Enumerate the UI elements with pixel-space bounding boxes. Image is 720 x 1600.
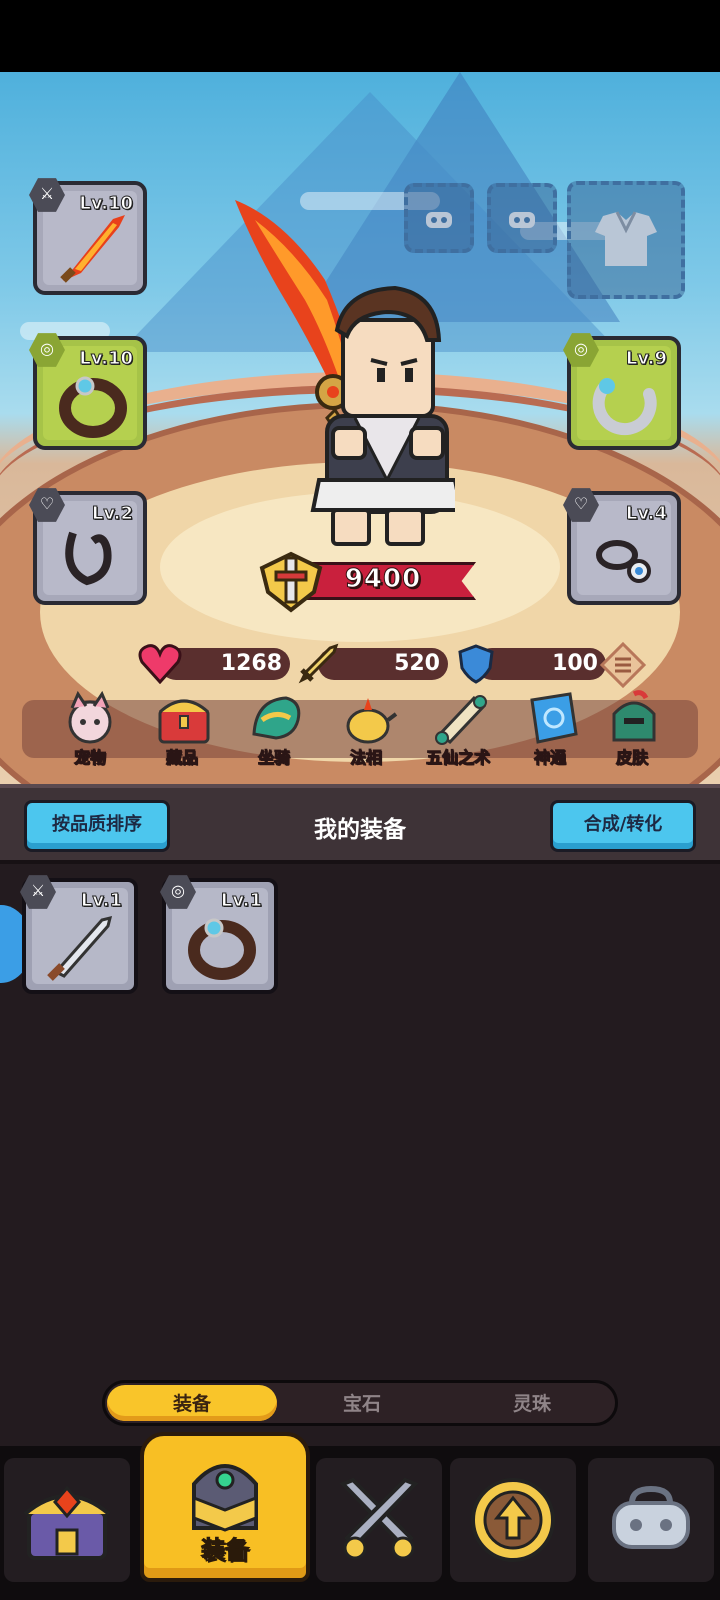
nav-upgrade[interactable]	[450, 1458, 576, 1582]
ring-icon	[188, 918, 256, 980]
ring-icon	[59, 376, 127, 438]
bracelet-slot[interactable]: ◎ Lv.9	[563, 333, 681, 450]
inventory-title: 我的装备	[314, 817, 406, 843]
inventory-item-knife[interactable]: ⚔ Lv.1	[20, 875, 138, 994]
status-bar	[0, 0, 720, 72]
helmet-icon	[192, 1463, 258, 1532]
defense-stat: 100	[458, 644, 606, 684]
nav-locked[interactable]	[588, 1458, 714, 1582]
nav-equipment[interactable]: 装备	[140, 1432, 310, 1582]
synthesize-convert-button[interactable]: 合成/转化	[550, 800, 696, 852]
upgrade-arrow-icon	[471, 1478, 555, 1562]
weapon-slot[interactable]: ⚔ Lv.10	[29, 178, 147, 295]
empty-slot-2[interactable]	[487, 183, 557, 253]
spellbook-icon	[530, 692, 578, 744]
attack-value: 520	[394, 651, 440, 676]
hp-stat: 1268	[138, 644, 290, 684]
armor-slot[interactable]	[567, 181, 685, 299]
teapot-icon	[346, 698, 398, 744]
lock-icon	[509, 212, 535, 228]
necklace-icon	[65, 531, 112, 586]
nav-shop[interactable]	[4, 1458, 130, 1582]
power-value: 9400	[344, 564, 422, 595]
tab-gems[interactable]: 宝石	[277, 1389, 447, 1416]
combat-power: 9400	[256, 548, 486, 613]
hp-value: 1268	[220, 651, 282, 676]
necklace-slot[interactable]: ♡ Lv.2	[29, 488, 147, 605]
tab-equipment[interactable]: 装备	[107, 1389, 277, 1416]
attack-stat: 520	[298, 643, 448, 684]
item-type-tabs: 装备 宝石 灵珠	[102, 1380, 618, 1426]
crossed-swords-icon	[339, 1477, 419, 1560]
knife-icon	[47, 915, 113, 981]
tab-spirit-beads[interactable]: 灵珠	[447, 1389, 617, 1416]
nav-equipment-label: 装备	[201, 1536, 250, 1565]
ring-slot[interactable]: ◎ Lv.10	[29, 333, 147, 450]
armor-icon	[595, 211, 657, 266]
amulet-icon	[596, 540, 651, 583]
treasure-chest-icon	[158, 699, 210, 744]
stats-detail-button[interactable]	[600, 642, 646, 688]
sort-by-quality-button[interactable]: 按品质排序	[24, 800, 170, 852]
flame-sword-icon	[60, 215, 125, 283]
inventory-item-ring[interactable]: ◎ Lv.1	[160, 875, 278, 994]
treasure-chest-icon	[23, 1485, 111, 1560]
bracelet-icon	[592, 378, 657, 436]
lock-icon	[612, 1485, 690, 1549]
pet-icon	[68, 690, 112, 744]
scroll-icon	[435, 695, 487, 745]
helmet-icon	[612, 690, 656, 742]
hero-character	[235, 200, 455, 546]
defense-value: 100	[552, 651, 598, 676]
mount-icon	[252, 696, 301, 740]
power-emblem-icon	[259, 551, 323, 613]
nav-battle[interactable]	[316, 1458, 442, 1582]
amulet-slot[interactable]: ♡ Lv.4	[563, 488, 681, 605]
